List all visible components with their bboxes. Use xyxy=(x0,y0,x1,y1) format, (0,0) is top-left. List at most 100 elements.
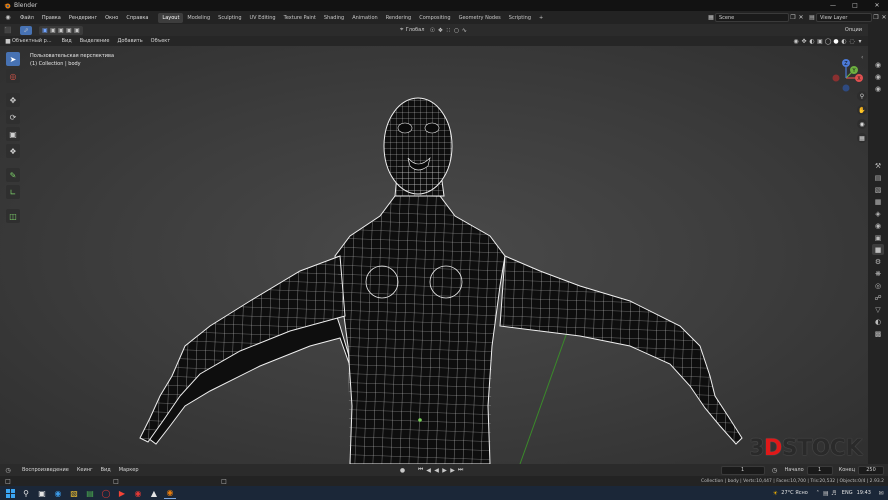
play-reverse-icon[interactable]: ◀ xyxy=(433,466,441,474)
current-frame-field[interactable]: 1 xyxy=(720,465,765,475)
tab-animation[interactable]: Animation xyxy=(348,13,382,23)
output-properties-icon[interactable]: ▧ xyxy=(872,184,884,195)
menu-marker[interactable]: Маркер xyxy=(115,467,143,473)
tab-uv-editing[interactable]: UV Editing xyxy=(246,13,280,23)
weather-text[interactable]: 27°C Ясно xyxy=(781,490,808,496)
youtube-icon[interactable]: ▶ xyxy=(116,487,128,499)
outliner-camera-icon[interactable]: ◉ xyxy=(872,59,884,70)
start-frame-field[interactable]: 1 xyxy=(806,465,833,475)
3d-viewport[interactable]: Пользовательская перспектива (1) Collect… xyxy=(0,46,868,464)
tab-rendering[interactable]: Rendering xyxy=(382,13,416,23)
outliner-camera-3-icon[interactable]: ◉ xyxy=(872,83,884,94)
tab-scripting[interactable]: Scripting xyxy=(505,13,535,23)
blender-menu-icon[interactable]: ◉ xyxy=(4,14,12,22)
select-tool-button[interactable]: ➤ xyxy=(6,52,20,66)
mode-subtract-icon[interactable]: ▣ xyxy=(57,26,65,34)
scale-tool-button[interactable]: ▣ xyxy=(6,127,20,141)
play-icon[interactable]: ▶ xyxy=(441,466,449,474)
object-properties-icon[interactable]: ■ xyxy=(872,244,884,255)
edge-browser-icon[interactable]: ◉ xyxy=(52,487,64,499)
network-icon[interactable]: ▤ xyxy=(822,489,830,497)
prev-key-icon[interactable]: ◀ xyxy=(425,466,433,474)
options-dropdown[interactable]: Опции xyxy=(845,27,862,33)
record-icon[interactable]: ● xyxy=(399,466,407,474)
mode-intersect-icon[interactable]: ▣ xyxy=(73,26,81,34)
timeline-editor-icon[interactable]: ◷ xyxy=(4,466,12,474)
next-key-icon[interactable]: ▶ xyxy=(449,466,457,474)
menu-object[interactable]: Объект xyxy=(147,38,175,44)
proportional-edit-icon[interactable]: ○ xyxy=(452,26,460,34)
task-view-icon[interactable]: ▣ xyxy=(36,487,48,499)
constraints-properties-icon[interactable]: ☍ xyxy=(872,292,884,303)
add-cube-tool-button[interactable]: ◫ xyxy=(6,209,20,223)
measure-tool-button[interactable]: ∟ xyxy=(6,185,20,199)
texture-properties-icon[interactable]: ▩ xyxy=(872,328,884,339)
blender-taskbar-icon[interactable]: ◉ xyxy=(164,487,176,499)
shading-wireframe-icon[interactable]: ◯ xyxy=(824,37,832,45)
menu-timeline-view[interactable]: Вид xyxy=(97,467,115,473)
mode-invert-icon[interactable]: ▣ xyxy=(65,26,73,34)
collection-properties-icon[interactable]: ▣ xyxy=(872,232,884,243)
view-layer-properties-icon[interactable]: ▦ xyxy=(872,196,884,207)
volume-icon[interactable]: ♬ xyxy=(830,489,838,497)
delete-scene-icon[interactable]: ✕ xyxy=(797,14,805,22)
store-icon[interactable]: ▤ xyxy=(84,487,96,499)
scene-properties-icon[interactable]: ◈ xyxy=(872,208,884,219)
end-frame-field[interactable]: 250 xyxy=(858,465,884,475)
shading-options-icon[interactable]: ▾ xyxy=(856,37,864,45)
shading-material-icon[interactable]: ◐ xyxy=(840,37,848,45)
selection-mode-group[interactable]: ▣ ▣ ▣ ▣ ▣ xyxy=(39,25,83,35)
snap-icon[interactable]: ❖ xyxy=(436,26,444,34)
jump-end-icon[interactable]: ⏭ xyxy=(457,466,465,474)
menu-keying[interactable]: Кеинг xyxy=(73,467,97,473)
orientation-dropdown[interactable]: Глобал xyxy=(406,27,425,33)
navigation-gizmo[interactable]: X Y Z xyxy=(828,56,864,92)
zoom-button[interactable]: ⚲ xyxy=(857,91,867,101)
cursor-tool-button[interactable]: ◎ xyxy=(6,69,20,83)
tab-modeling[interactable]: Modeling xyxy=(183,13,214,23)
tab-sculpting[interactable]: Sculpting xyxy=(214,13,245,23)
gizmo-toggle-icon[interactable]: ✥ xyxy=(800,37,808,45)
scene-field[interactable]: Scene xyxy=(715,13,789,22)
ortho-toggle-button[interactable]: ▦ xyxy=(857,133,867,143)
menu-edit[interactable]: Правка xyxy=(38,15,65,21)
search-icon[interactable]: ⚲ xyxy=(20,487,32,499)
annotate-tool-button[interactable]: ✎ xyxy=(6,168,20,182)
shading-rendered-icon[interactable]: ◌ xyxy=(848,37,856,45)
copy-layer-icon[interactable]: ❐ xyxy=(872,14,880,22)
windows-start-icon[interactable] xyxy=(4,487,16,499)
falloff-icon[interactable]: ∿ xyxy=(460,26,468,34)
render-properties-icon[interactable]: ▤ xyxy=(872,172,884,183)
tab-geometry-nodes[interactable]: Geometry Nodes xyxy=(455,13,505,23)
pan-button[interactable]: ✋ xyxy=(857,105,867,115)
select-box-tool-button[interactable]: ⬀ xyxy=(20,25,32,35)
world-properties-icon[interactable]: ◉ xyxy=(872,220,884,231)
tab-compositing[interactable]: Compositing xyxy=(415,13,454,23)
pivot-icon[interactable]: ☉ xyxy=(428,26,436,34)
material-properties-icon[interactable]: ◐ xyxy=(872,316,884,327)
tool-properties-icon[interactable]: ⚒ xyxy=(872,160,884,171)
mode-dropdown[interactable]: Объектный р... xyxy=(12,38,52,44)
maximize-button[interactable]: □ xyxy=(844,0,866,11)
menu-view[interactable]: Вид xyxy=(58,38,76,44)
menu-add[interactable]: Добавить xyxy=(113,38,146,44)
data-properties-icon[interactable]: ▽ xyxy=(872,304,884,315)
file-explorer-icon[interactable]: ▧ xyxy=(68,487,80,499)
delete-layer-icon[interactable]: ✕ xyxy=(880,14,888,22)
add-workspace-button[interactable]: + xyxy=(535,13,547,23)
tab-layout[interactable]: Layout xyxy=(158,12,184,23)
jump-start-icon[interactable]: ⏮ xyxy=(417,466,425,474)
sidebar-toggle-icon[interactable]: ‹ xyxy=(861,54,863,61)
notifications-icon[interactable]: ✉ xyxy=(877,489,885,497)
app-photo-icon[interactable]: ▲ xyxy=(148,487,160,499)
mode-extend-icon[interactable]: ▣ xyxy=(49,26,57,34)
outliner-camera-2-icon[interactable]: ◉ xyxy=(872,71,884,82)
camera-view-button[interactable]: ◉ xyxy=(857,119,867,129)
language-indicator[interactable]: ENG xyxy=(842,490,853,496)
modifier-properties-icon[interactable]: ⚙ xyxy=(872,256,884,267)
physics-properties-icon[interactable]: ◎ xyxy=(872,280,884,291)
move-tool-button[interactable]: ✥ xyxy=(6,93,20,107)
shading-solid-icon[interactable]: ● xyxy=(832,37,840,45)
menu-playback[interactable]: Воспроизведение xyxy=(18,467,73,473)
tab-texture-paint[interactable]: Texture Paint xyxy=(280,13,320,23)
